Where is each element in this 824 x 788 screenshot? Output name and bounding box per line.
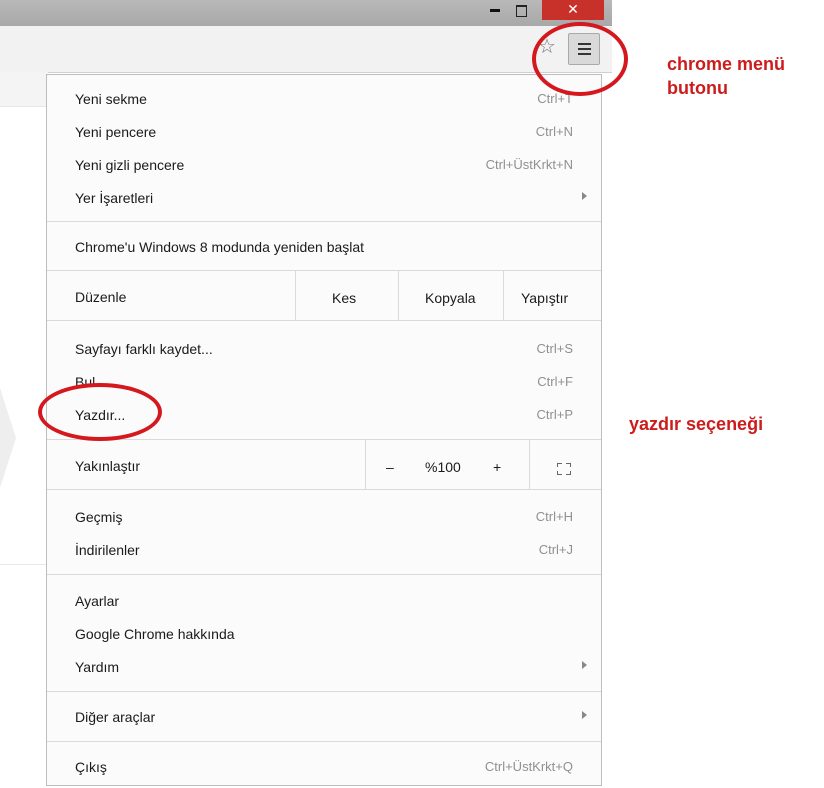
page-arrow-shape [0, 388, 16, 488]
menu-item-label: Google Chrome hakkında [75, 626, 235, 642]
print-option-highlight [38, 383, 162, 441]
annotation-line: chrome menü [667, 54, 786, 74]
menu-item-history[interactable]: Geçmiş Ctrl+H [47, 501, 601, 534]
menu-button-highlight [532, 22, 628, 96]
menu-item-label: İndirilenler [75, 542, 140, 558]
close-button[interactable]: ✕ [542, 0, 604, 20]
zoom-label: Yakınlaştır [75, 458, 141, 474]
cell-divider [503, 271, 504, 320]
fullscreen-corner [557, 471, 562, 475]
menu-item-shortcut: Ctrl+F [537, 374, 573, 389]
menu-separator [47, 691, 601, 692]
submenu-arrow-icon [582, 711, 587, 719]
menu-item-shortcut: Ctrl+ÜstKrkt+Q [484, 759, 573, 774]
menu-separator [47, 439, 601, 440]
close-icon: ✕ [567, 1, 579, 17]
cut-button[interactable]: Kes [332, 290, 356, 306]
menu-item-label: Sayfayı farklı kaydet... [75, 341, 213, 357]
annotation-menu-button: chrome menü butonu [667, 52, 785, 100]
fullscreen-corner [557, 463, 562, 467]
menu-item-label: Yeni sekme [75, 91, 147, 107]
cell-divider [295, 271, 296, 320]
cell-divider [529, 440, 530, 489]
paste-button[interactable]: Yapıştır [521, 290, 568, 306]
menu-separator [47, 221, 601, 222]
menu-item-label: Yeni pencere [75, 124, 157, 140]
cell-divider [398, 271, 399, 320]
menu-separator [47, 320, 601, 321]
zoom-level: %100 [425, 459, 461, 475]
menu-item-about-chrome[interactable]: Google Chrome hakkında [47, 618, 601, 651]
page-header-strip [0, 72, 48, 107]
submenu-arrow-icon [582, 192, 587, 200]
maximize-button[interactable] [510, 2, 534, 22]
fullscreen-corner [566, 471, 571, 475]
menu-item-shortcut: Ctrl+S [536, 341, 573, 356]
menu-separator [47, 270, 601, 271]
page-divider [0, 564, 48, 565]
annotation-print-option: yazdır seçeneği [629, 414, 764, 434]
menu-item-label: Çıkış [75, 759, 107, 775]
menu-row-edit: Düzenle [47, 281, 601, 314]
copy-button[interactable]: Kopyala [425, 290, 476, 306]
cell-divider [365, 440, 366, 489]
edit-label: Düzenle [75, 289, 127, 305]
window-title-bar: ✕ [0, 0, 612, 26]
menu-item-label: Ayarlar [75, 593, 120, 609]
menu-item-exit[interactable]: Çıkış Ctrl+ÜstKrkt+Q [47, 751, 601, 784]
menu-item-label: Geçmiş [75, 509, 123, 525]
fullscreen-icon[interactable] [557, 463, 571, 475]
menu-item-save-page-as[interactable]: Sayfayı farklı kaydet... Ctrl+S [47, 333, 601, 366]
menu-item-shortcut: Ctrl+P [536, 407, 573, 422]
menu-item-label: Chrome'u Windows 8 modunda yeniden başla… [75, 239, 365, 255]
menu-item-new-window[interactable]: Yeni pencere Ctrl+N [47, 116, 601, 149]
menu-separator [47, 489, 601, 490]
menu-item-label: Diğer araçlar [75, 709, 156, 725]
menu-separator [47, 574, 601, 575]
zoom-in-button[interactable]: + [493, 459, 501, 475]
browser-toolbar [0, 26, 612, 73]
menu-item-new-tab[interactable]: Yeni sekme Ctrl+T [47, 83, 601, 116]
menu-item-downloads[interactable]: İndirilenler Ctrl+J [47, 534, 601, 567]
minimize-button[interactable] [484, 0, 508, 22]
page-background [0, 72, 48, 788]
menu-item-label: Yardım [75, 659, 120, 675]
zoom-out-button[interactable]: – [386, 459, 394, 475]
annotation-line: butonu [667, 78, 728, 98]
fullscreen-corner [566, 463, 571, 467]
menu-item-help[interactable]: Yardım [47, 651, 601, 684]
menu-item-settings[interactable]: Ayarlar [47, 585, 601, 618]
menu-item-new-incognito-window[interactable]: Yeni gizli pencere Ctrl+ÜstKrkt+N [47, 149, 601, 182]
menu-item-shortcut: Ctrl+N [535, 124, 573, 139]
menu-item-label: Yeni gizli pencere [75, 157, 185, 173]
menu-item-relaunch-windows8[interactable]: Chrome'u Windows 8 modunda yeniden başla… [47, 231, 601, 264]
menu-item-shortcut: Ctrl+H [535, 509, 573, 524]
menu-row-zoom: Yakınlaştır [47, 450, 601, 483]
menu-item-shortcut: Ctrl+J [538, 542, 573, 557]
submenu-arrow-icon [582, 661, 587, 669]
menu-item-shortcut: Ctrl+ÜstKrkt+N [485, 157, 573, 172]
menu-separator [47, 741, 601, 742]
menu-item-more-tools[interactable]: Diğer araçlar [47, 701, 601, 734]
menu-item-label: Yer İşaretleri [75, 190, 154, 206]
menu-item-bookmarks[interactable]: Yer İşaretleri [47, 182, 601, 215]
